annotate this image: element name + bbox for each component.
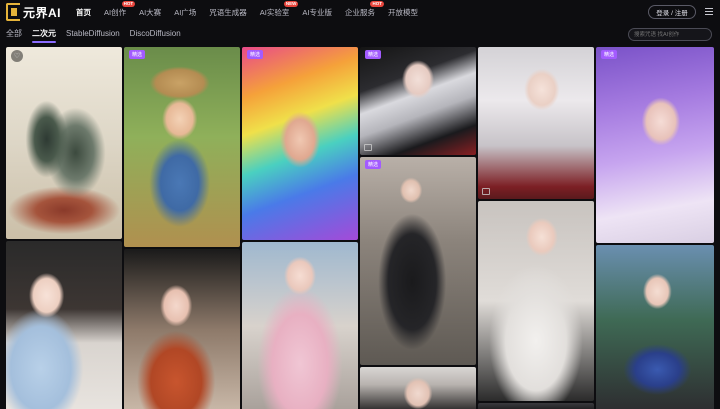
gallery-card[interactable] xyxy=(478,47,594,199)
nav-item-home[interactable]: 首页 xyxy=(76,7,91,18)
nav-item-label: AI大赛 xyxy=(139,7,162,17)
tab-all[interactable]: 全部 xyxy=(6,24,22,46)
gallery-card[interactable] xyxy=(6,241,122,409)
tab-anime[interactable]: 二次元 xyxy=(32,24,56,46)
featured-tag: 精选 xyxy=(601,50,618,59)
featured-tag: 精选 xyxy=(129,50,146,59)
gallery-card[interactable]: 精选 xyxy=(124,47,240,247)
nav-item-prompt-generator[interactable]: 咒语生成器 xyxy=(209,7,247,18)
image-icon xyxy=(482,188,490,195)
logo-icon xyxy=(6,3,20,21)
gallery-card[interactable] xyxy=(478,201,594,401)
main-nav: 首页 AI创作 HOT AI大赛 AI广场 咒语生成器 AI实验室 NEW AI专业… xyxy=(76,0,431,24)
gallery-card[interactable]: 精选 xyxy=(596,47,714,243)
hot-badge: HOT xyxy=(121,0,136,7)
logo[interactable]: 元界AI xyxy=(6,0,62,24)
logo-text: 元界AI xyxy=(23,5,62,20)
nav-item-ai-pro[interactable]: AI专业版 xyxy=(302,7,332,18)
favorite-icon[interactable]: ♡ xyxy=(11,50,23,62)
featured-tag: 精选 xyxy=(365,160,382,169)
gallery-card[interactable] xyxy=(596,245,714,409)
image-icon xyxy=(364,144,372,151)
menu-icon[interactable] xyxy=(705,8,713,15)
gallery-card[interactable]: 精选 xyxy=(242,47,358,240)
featured-tag: 精选 xyxy=(365,50,382,59)
gallery-card[interactable] xyxy=(478,403,594,409)
gallery-card[interactable]: ♡ xyxy=(6,47,122,239)
gallery-card[interactable] xyxy=(360,367,476,409)
nav-item-enterprise[interactable]: 企业服务 HOT xyxy=(344,0,384,18)
gallery-card[interactable] xyxy=(242,242,358,409)
gallery-card[interactable] xyxy=(124,249,240,409)
featured-tag: 精选 xyxy=(247,50,264,59)
nav-item-label: AI实验室 xyxy=(259,7,290,17)
search-input[interactable] xyxy=(628,28,712,41)
new-badge: NEW xyxy=(283,0,299,7)
nav-item-label: 首页 xyxy=(76,7,91,17)
top-nav-bar: 元界AI 首页 AI创作 HOT AI大赛 AI广场 咒语生成器 AI实验室 NEW… xyxy=(0,0,720,24)
nav-item-ai-contest[interactable]: AI大赛 xyxy=(139,7,161,18)
tab-disco-diffusion[interactable]: DiscoDiffusion xyxy=(130,24,181,46)
hot-badge: HOT xyxy=(370,0,384,7)
gallery-card[interactable]: 精选 xyxy=(360,47,476,155)
nav-item-ai-square[interactable]: AI广场 xyxy=(174,7,196,18)
nav-item-label: AI广场 xyxy=(174,7,197,17)
nav-item-label: AI专业版 xyxy=(302,7,332,17)
nav-item-label: 咒语生成器 xyxy=(209,7,247,17)
nav-item-label: 企业服务 xyxy=(344,7,375,17)
category-tabs: 全部 二次元 StableDiffusion DiscoDiffusion xyxy=(0,24,720,46)
nav-item-label: AI创作 xyxy=(104,7,127,17)
image-gallery: ♡ 精选 精选 精选 精选 精选 xyxy=(6,47,714,409)
tab-stable-diffusion[interactable]: StableDiffusion xyxy=(66,24,120,46)
nav-item-ai-lab[interactable]: AI实验室 NEW xyxy=(259,0,299,18)
nav-item-open-models[interactable]: 开放模型 xyxy=(388,7,418,18)
nav-item-label: 开放模型 xyxy=(387,7,418,17)
gallery-card[interactable]: 精选 xyxy=(360,157,476,365)
nav-item-ai-create[interactable]: AI创作 HOT xyxy=(104,0,136,18)
login-register-button[interactable]: 登录 / 注册 xyxy=(648,5,696,19)
